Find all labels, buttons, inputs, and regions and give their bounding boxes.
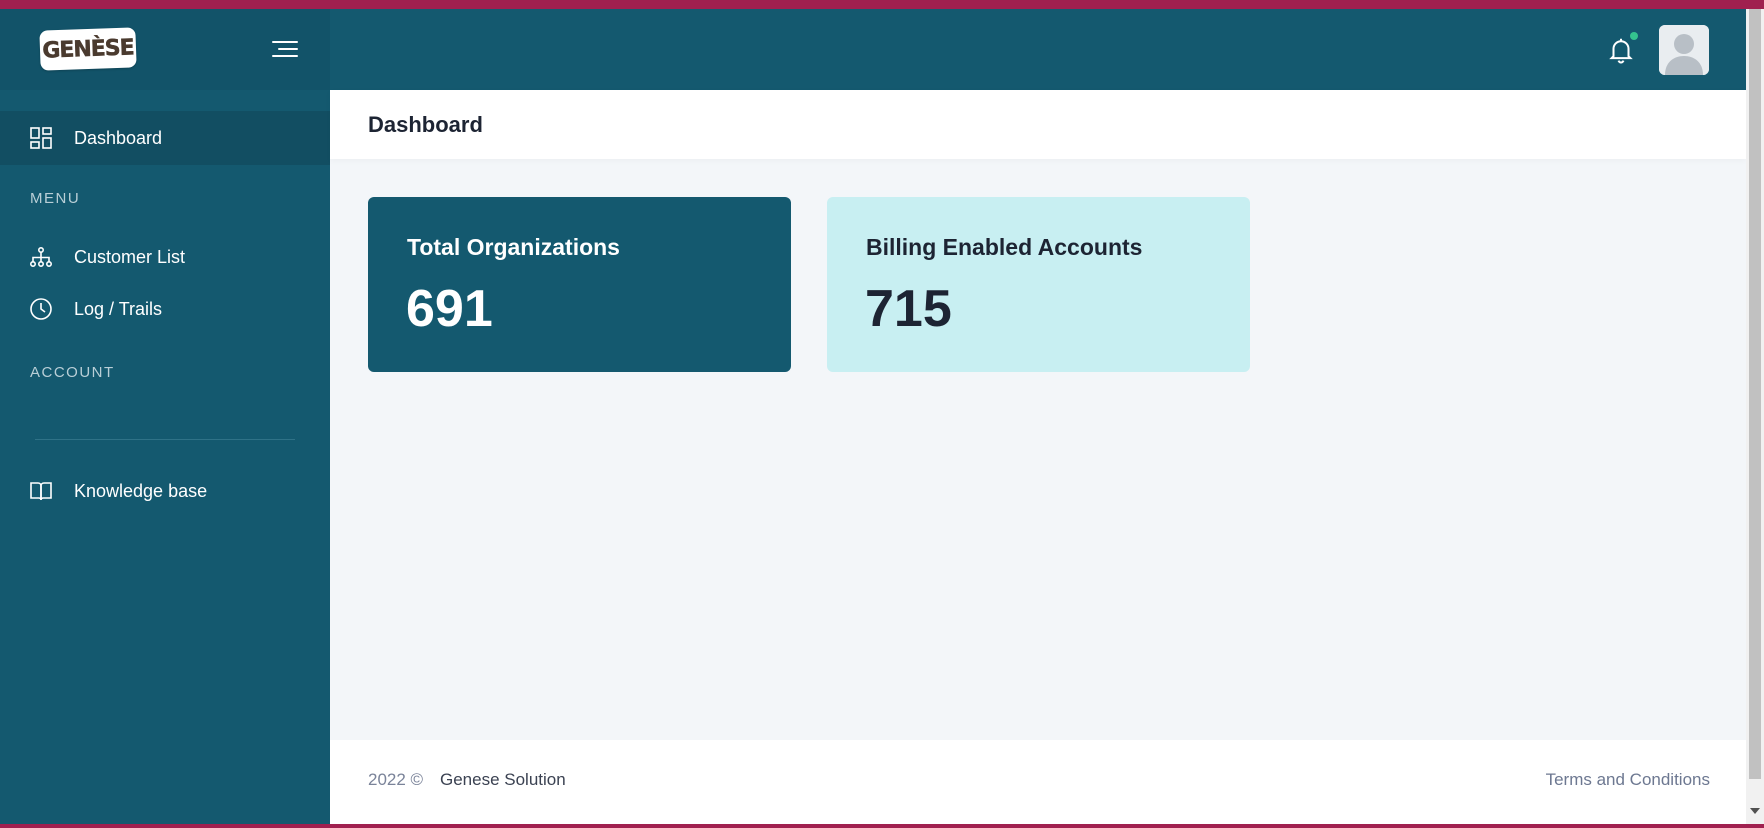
sidebar-item-label: Knowledge base [74, 480, 208, 501]
sidebar-item-dashboard[interactable]: Dashboard [0, 111, 330, 165]
clock-icon [29, 297, 53, 321]
sidebar-item-knowledge-base[interactable]: Knowledge base [0, 468, 330, 514]
sidebar-divider [35, 439, 295, 440]
brand-area: GENÈSE [0, 9, 330, 90]
scroll-down-arrow-icon[interactable] [1750, 808, 1760, 814]
menu-section-title: MENU [30, 190, 81, 207]
page-title: Dashboard [368, 112, 483, 137]
footer: 2022 © Genese Solution Terms and Conditi… [330, 740, 1746, 824]
vertical-scrollbar[interactable] [1746, 9, 1764, 824]
sitemap-icon [29, 245, 53, 269]
card-value: 715 [865, 280, 952, 338]
page-title-bar: Dashboard [330, 90, 1746, 159]
user-avatar-icon[interactable] [1659, 25, 1709, 75]
billing-enabled-accounts-card[interactable]: Billing Enabled Accounts 715 [827, 197, 1250, 372]
account-section-title: ACCOUNT [30, 364, 115, 381]
scrollbar-thumb[interactable] [1749, 9, 1761, 779]
book-icon [29, 479, 53, 503]
card-title: Total Organizations [407, 234, 620, 260]
sidebar-item-log-trails[interactable]: Log / Trails [0, 286, 330, 332]
window-frame-top [0, 0, 1764, 9]
sidebar-item-label: Customer List [74, 246, 186, 267]
dashboard-grid-icon [29, 126, 53, 150]
sidebar: GENÈSE Dashboard MENU Customer List Log … [0, 9, 330, 824]
window-frame-bottom [0, 824, 1764, 828]
notification-dot [1630, 32, 1638, 40]
sidebar-item-label: Log / Trails [74, 298, 163, 319]
menu-toggle-icon[interactable] [272, 39, 298, 59]
logo[interactable]: GENÈSE [39, 27, 137, 71]
footer-copyright: 2022 © [368, 770, 424, 789]
sidebar-item-customer-list[interactable]: Customer List [0, 234, 330, 280]
header-bar [330, 9, 1746, 90]
terms-link[interactable]: Terms and Conditions [1546, 770, 1710, 790]
footer-company: Genese Solution [440, 770, 566, 789]
sidebar-item-label: Dashboard [74, 127, 163, 148]
logo-text: GENÈSE [41, 34, 135, 64]
total-organizations-card[interactable]: Total Organizations 691 [368, 197, 791, 372]
card-value: 691 [406, 280, 493, 338]
card-title: Billing Enabled Accounts [866, 234, 1143, 260]
